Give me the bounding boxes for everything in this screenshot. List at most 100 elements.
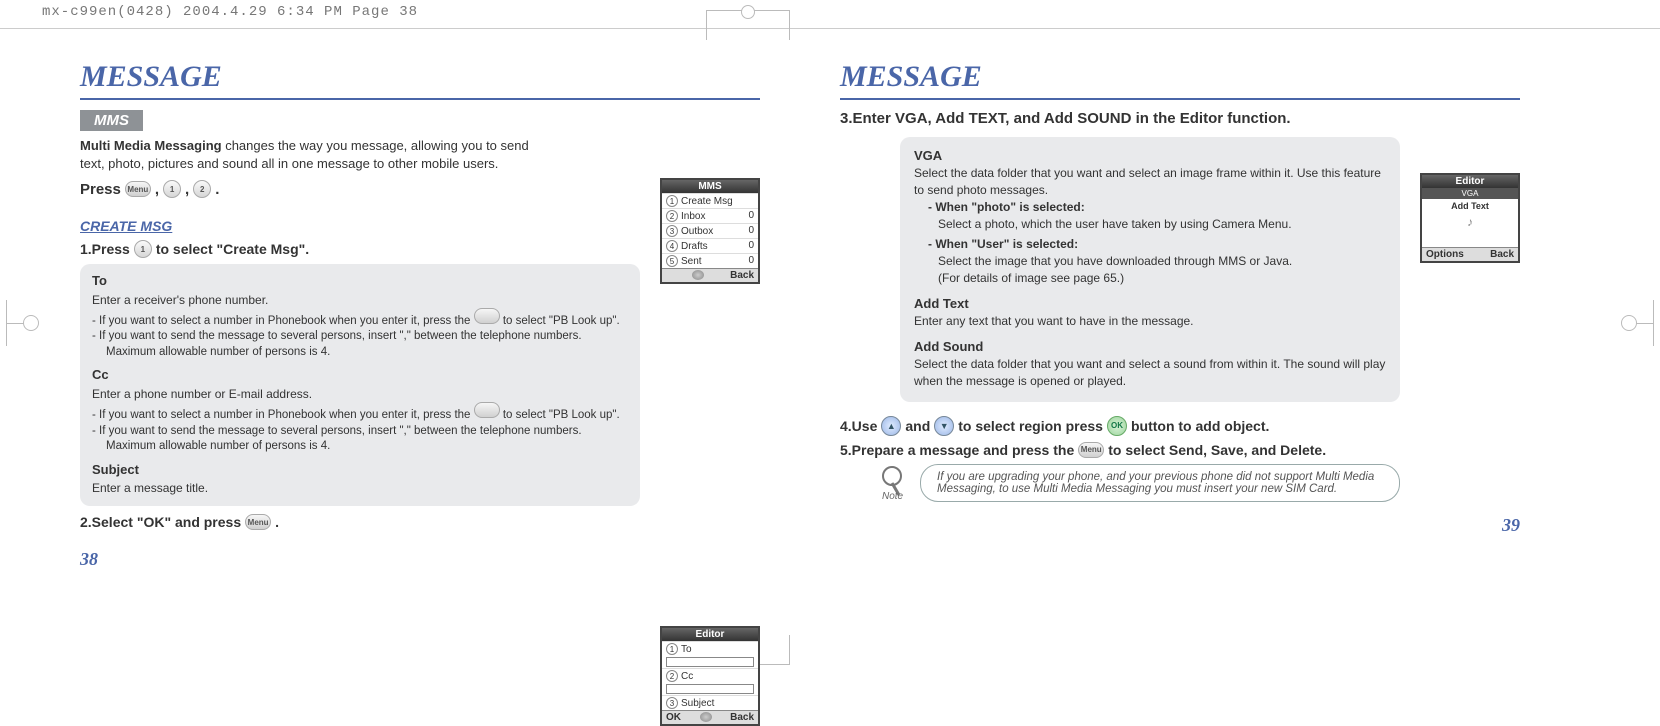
header-rule <box>0 28 1660 29</box>
phone-mock-editor: Editor 1To 2Cc 3Subject OKBack <box>660 626 760 726</box>
step1-text-b: to select "Create Msg". <box>156 241 309 257</box>
list-label: Cc <box>681 671 693 682</box>
list-val: 0 <box>748 240 754 252</box>
vga-user-body-1: Select the image that you have downloade… <box>914 253 1386 270</box>
list-index: 3 <box>666 225 678 237</box>
cc-line-1: Enter a phone number or E-mail address. <box>92 386 628 402</box>
vga-bar: VGA <box>1422 188 1518 199</box>
list-label: Drafts <box>681 241 708 252</box>
page-right: MESSAGE 3.Enter VGA, Add TEXT, and Add S… <box>840 60 1520 502</box>
input-field <box>666 684 754 694</box>
list-label: Outbox <box>681 226 713 237</box>
intro-bold: Multi Media Messaging <box>80 138 222 153</box>
list-index: 2 <box>666 210 678 222</box>
mock-title: Editor <box>1422 175 1518 188</box>
cc-line-2: - If you want to select a number in Phon… <box>92 402 628 424</box>
list-index: 2 <box>666 670 678 682</box>
page-number-right: 39 <box>1502 515 1520 536</box>
options-label: Options <box>1426 249 1464 260</box>
to-line-1: Enter a receiver's phone number. <box>92 292 628 308</box>
subject-line-1: Enter a message title. <box>92 480 628 496</box>
list-label: Subject <box>681 698 714 709</box>
soft-key-icon <box>474 402 500 418</box>
step-3: 3.Enter VGA, Add TEXT, and Add SOUND in … <box>840 110 1520 127</box>
mock-title: MMS <box>662 180 758 193</box>
editor-info-box: VGA Select the data folder that you want… <box>900 137 1400 402</box>
list-index: 3 <box>666 697 678 709</box>
doc-header: mx-c99en(0428) 2004.4.29 6:34 PM Page 38 <box>42 4 418 20</box>
registration-mark-right <box>1624 300 1654 346</box>
step-4: 4.Use ▲ and ▼ to select region press OK … <box>840 416 1520 436</box>
to-line-3: - If you want to send the message to sev… <box>92 329 628 345</box>
vga-intro: Select the data folder that you want and… <box>914 165 1386 199</box>
key-1-icon: 1 <box>163 180 181 198</box>
step4-d: button to add object. <box>1131 418 1269 434</box>
back-label: Back <box>1490 249 1514 260</box>
phone-mock-editor-vga: Editor VGA Add Text ♪ Options Back <box>1420 173 1520 263</box>
add-sound-body: Select the data folder that you want and… <box>914 356 1386 390</box>
ok-button-icon: OK <box>1107 416 1127 436</box>
page-left: MESSAGE MMS Multi Media Messaging change… <box>80 60 760 536</box>
menu-button-icon: Menu <box>245 514 271 530</box>
list-index: 4 <box>666 240 678 252</box>
subject-heading: Subject <box>92 461 628 479</box>
step2-text-b: . <box>275 514 279 530</box>
vga-heading: VGA <box>914 147 1386 165</box>
add-text-heading: Add Text <box>914 295 1386 313</box>
list-item: 2Cc <box>662 668 758 683</box>
cc-2a: - If you want to select a number in Phon… <box>92 409 474 421</box>
input-field <box>666 657 754 667</box>
add-text-label: Add Text <box>1422 199 1518 213</box>
list-val: 0 <box>748 210 754 222</box>
list-index: 1 <box>666 643 678 655</box>
title-rule <box>840 98 1520 100</box>
note-bubble: If you are upgrading your phone, and you… <box>920 464 1400 502</box>
to-2a: - If you want to select a number in Phon… <box>92 315 474 327</box>
comma1: , <box>155 181 159 198</box>
list-item: 1To <box>662 641 758 656</box>
cc-2b: to select "PB Look up". <box>503 409 620 421</box>
list-index: 1 <box>666 195 678 207</box>
mock-footer: OKBack <box>662 710 758 724</box>
mock-footer: Options Back <box>1422 247 1518 261</box>
nav-up-icon: ▲ <box>881 416 901 436</box>
key-2-icon: 2 <box>193 180 211 198</box>
vga-user-selected: - When "User" is selected: <box>914 236 1386 253</box>
list-val: 0 <box>748 225 754 237</box>
cc-line-4: Maximum allowable number of persons is 4… <box>92 439 628 455</box>
list-item: 1Create Msg <box>662 193 758 208</box>
back-label: Back <box>730 712 754 723</box>
media-icon: ♪ <box>1422 213 1518 247</box>
period: . <box>215 181 219 198</box>
intro-text: Multi Media Messaging changes the way yo… <box>80 137 550 172</box>
add-text-body: Enter any text that you want to have in … <box>914 313 1386 330</box>
list-label: To <box>681 644 692 655</box>
press-line: Press Menu , 1 , 2 . <box>80 180 760 198</box>
registration-mark-left <box>6 300 36 346</box>
cc-heading: Cc <box>92 366 628 384</box>
add-sound-heading: Add Sound <box>914 338 1386 356</box>
cc-line-3: - If you want to send the message to sev… <box>92 424 628 440</box>
mock-title: Editor <box>662 628 758 641</box>
key-1-icon: 1 <box>134 240 152 258</box>
vga-user-body-2: (For details of image see page 65.) <box>914 270 1386 287</box>
to-line-2: - If you want to select a number in Phon… <box>92 308 628 330</box>
magnifier-icon: Note <box>880 466 910 500</box>
page-title: MESSAGE <box>840 60 1520 94</box>
mms-tag: MMS <box>80 110 143 131</box>
list-item: 3Subject <box>662 695 758 710</box>
registration-mark-top <box>706 10 790 40</box>
step4-c: to select region press <box>958 418 1103 434</box>
step4-a: 4.Use <box>840 418 877 434</box>
nav-down-icon: ▼ <box>934 416 954 436</box>
menu-button-icon: Menu <box>125 181 151 197</box>
page-number-left: 38 <box>80 549 98 570</box>
title-rule <box>80 98 760 100</box>
list-label: Create Msg <box>681 196 733 207</box>
note-label: Note <box>882 491 903 502</box>
vga-photo-selected: - When "photo" is selected: <box>914 199 1386 216</box>
step5-a: 5.Prepare a message and press the <box>840 442 1074 458</box>
note-callout: Note If you are upgrading your phone, an… <box>880 464 1520 502</box>
soft-key-icon <box>474 308 500 324</box>
step-5: 5.Prepare a message and press the Menu t… <box>840 442 1520 458</box>
